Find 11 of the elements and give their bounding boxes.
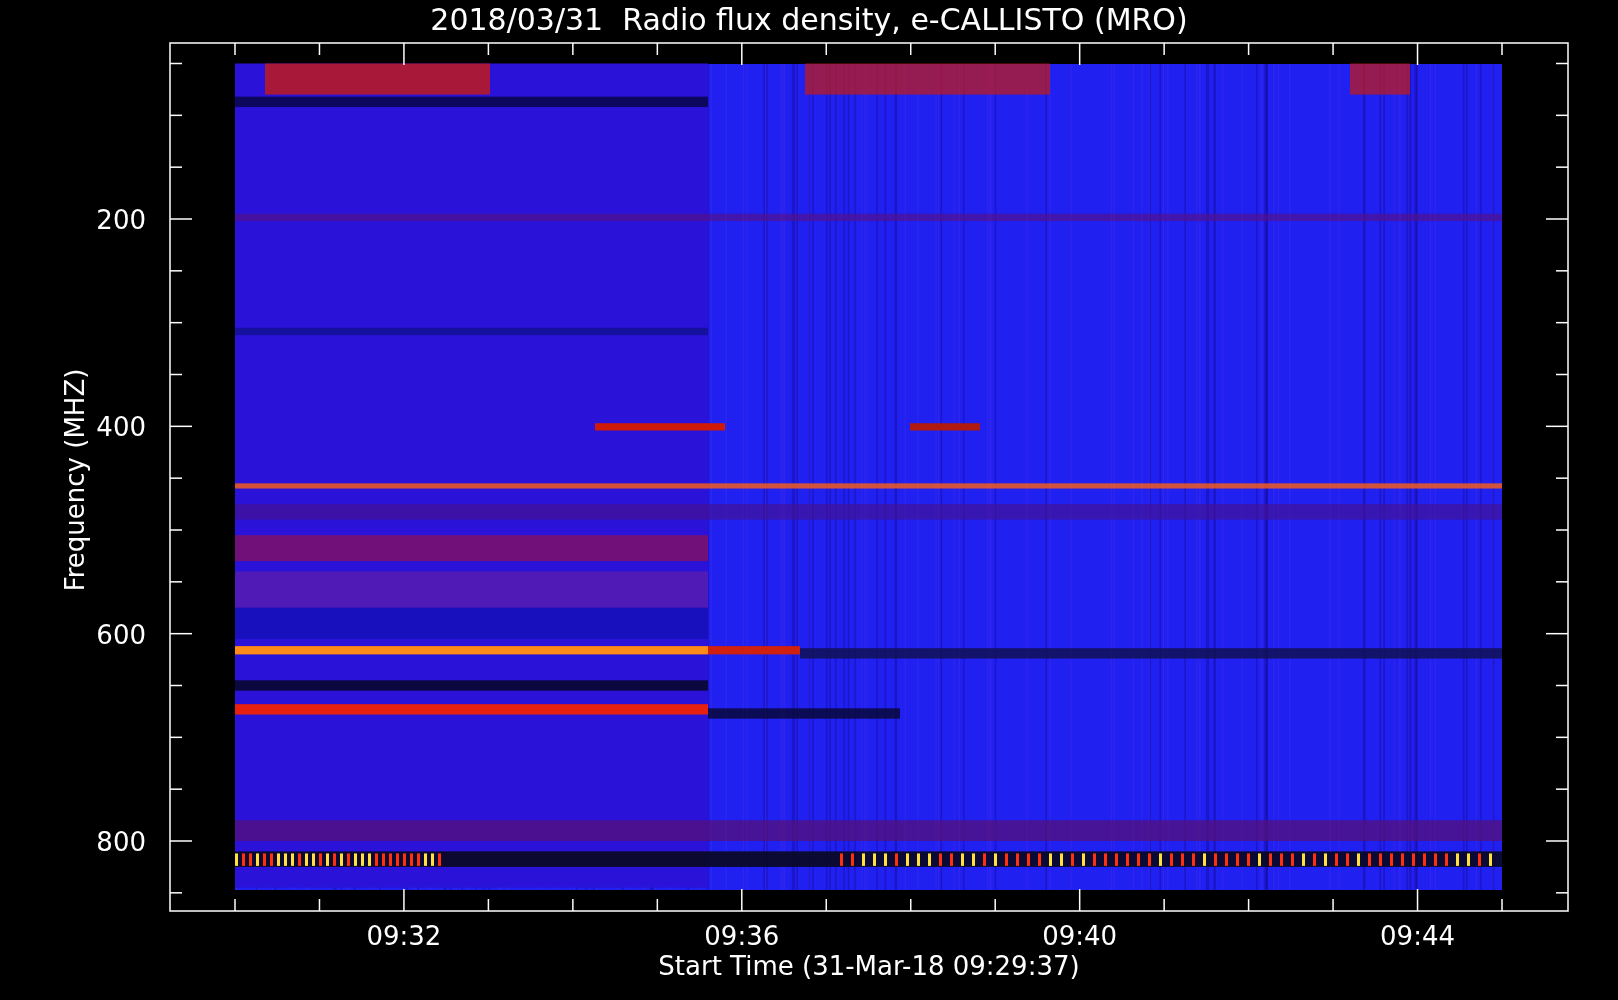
plot-title: 2018/03/31 Radio flux density, e-CALLISTO (MRO) [430, 2, 1188, 37]
x-tick-label: 09:40 [1042, 921, 1118, 951]
y-tick-label: 400 [96, 412, 146, 443]
y-tick-label: 200 [96, 205, 146, 235]
x-tick-label: 09:32 [366, 921, 442, 951]
y-tick-label: 600 [96, 619, 146, 650]
y-tick-label: 800 [96, 827, 146, 857]
x-axis-label: Start Time (31-Mar-18 09:29:37) [658, 951, 1080, 981]
y-axis-label: Frequency (MHZ) [60, 368, 90, 592]
x-tick-label: 09:44 [1380, 921, 1455, 951]
x-tick-label: 09:36 [704, 921, 780, 951]
